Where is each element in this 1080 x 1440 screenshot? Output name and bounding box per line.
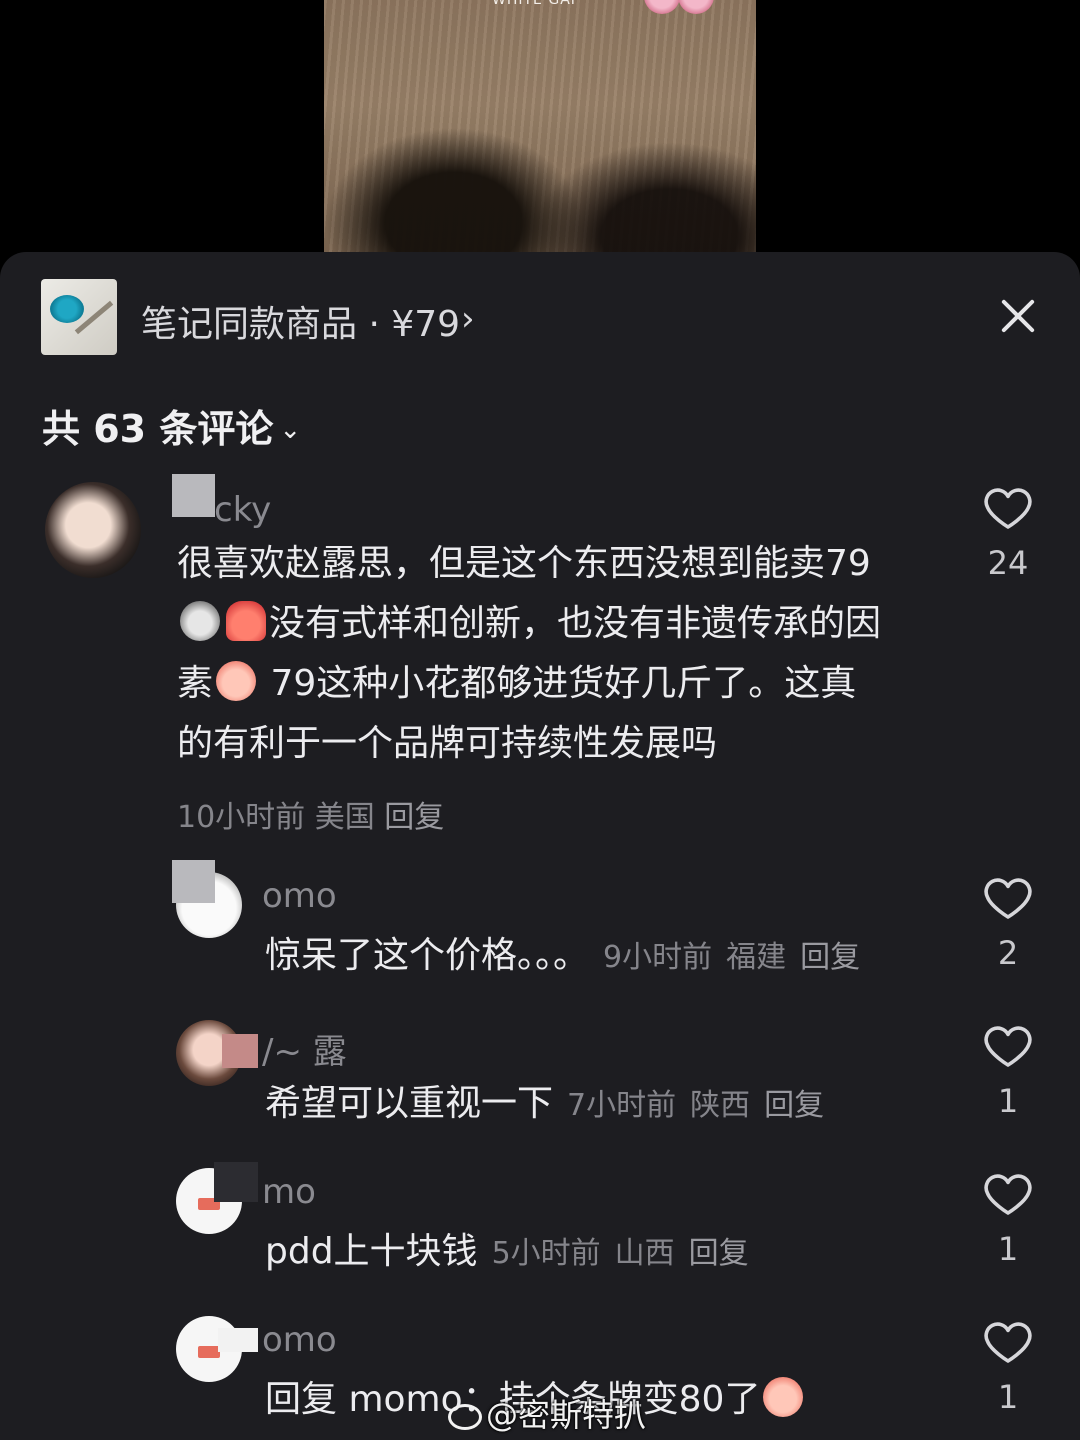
- comment-text-part: 没有式样和创新，也没有非遗传承的因: [269, 603, 882, 644]
- pray-emoji-icon: [226, 601, 266, 641]
- emoji-icon: [180, 601, 220, 641]
- watermark: @密斯特扒: [448, 1390, 646, 1436]
- like-button[interactable]: 24: [976, 486, 1040, 582]
- flower-image: [50, 295, 84, 323]
- like-count: 24: [987, 544, 1029, 582]
- username[interactable]: omo: [262, 876, 337, 916]
- flower-decoration: [644, 0, 680, 14]
- like-button[interactable]: 1: [976, 1024, 1040, 1120]
- heart-icon: [984, 878, 1032, 919]
- comment-text-part: 79这种小花都够进货好几斤了。这真: [259, 663, 857, 704]
- like-button[interactable]: 1: [976, 1320, 1040, 1416]
- comment-meta: 10小时前 美国 回复: [177, 792, 444, 836]
- username[interactable]: /~ 露: [262, 1024, 347, 1073]
- close-icon[interactable]: [995, 293, 1041, 339]
- comment-text[interactable]: 很喜欢赵露思，但是这个东西没想到能卖79 没有式样和创新，也没有非遗传承的因 素…: [177, 534, 957, 774]
- comment-text-part: 很喜欢赵露思，但是这个东西没想到能卖79: [177, 543, 871, 584]
- thumbnail-text: WHITE GAP: [492, 0, 581, 8]
- reply-text-content: pdd上十块钱: [265, 1231, 478, 1272]
- like-count: 2: [997, 934, 1019, 972]
- crying-emoji-icon: [216, 661, 257, 701]
- comment-count-dropdown[interactable]: 共 63 条评论 ⌄: [42, 398, 301, 453]
- reply-time: 5小时前: [491, 1236, 601, 1271]
- comment-time: 10小时前: [177, 800, 306, 835]
- reply-time: 9小时前: [603, 940, 713, 975]
- privacy-mask: [222, 1034, 258, 1068]
- flower-decoration: [678, 0, 714, 14]
- heart-icon: [984, 1174, 1032, 1215]
- reply-text[interactable]: 惊呆了这个价格。。。 9小时前 福建 回复: [265, 926, 955, 988]
- comment-text-part: 的有利于一个品牌可持续性发展吗: [177, 723, 718, 764]
- like-count: 1: [997, 1378, 1019, 1416]
- screen: WHITE GAP 笔记同款商品 · ¥79 › 共 63 条评论 ⌄ cky 很…: [0, 0, 1080, 1440]
- reply-button[interactable]: 回复: [764, 1088, 824, 1123]
- reply-text-content: 希望可以重视一下: [265, 1083, 554, 1124]
- like-button[interactable]: 2: [976, 876, 1040, 972]
- product-thumbnail[interactable]: [41, 279, 117, 355]
- reply-time: 7小时前: [567, 1088, 677, 1123]
- reply-location: 陕西: [690, 1088, 751, 1123]
- like-count: 1: [997, 1082, 1019, 1120]
- reply-location: 山西: [614, 1236, 675, 1271]
- reply-text[interactable]: 希望可以重视一下 7小时前 陕西 回复: [265, 1074, 955, 1136]
- comment-text-part: 素: [177, 663, 214, 704]
- reply-text-content: 惊呆了这个价格。。。: [265, 935, 590, 976]
- reply-button[interactable]: 回复: [384, 800, 444, 835]
- avatar[interactable]: [45, 482, 141, 578]
- reply-text[interactable]: pdd上十块钱 5小时前 山西 回复: [265, 1222, 955, 1284]
- heart-icon: [984, 1322, 1032, 1363]
- product-title[interactable]: 笔记同款商品 · ¥79: [141, 295, 460, 347]
- reply-button[interactable]: 回复: [689, 1236, 749, 1271]
- comment-sheet: 笔记同款商品 · ¥79 › 共 63 条评论 ⌄ cky 很喜欢赵露思，但是这个…: [0, 252, 1080, 1440]
- crying-emoji-icon: [763, 1377, 804, 1417]
- username[interactable]: mo: [262, 1172, 316, 1212]
- chevron-right-icon[interactable]: ›: [461, 299, 475, 339]
- privacy-mask: [218, 1328, 258, 1352]
- username[interactable]: cky: [214, 490, 271, 530]
- heart-icon: [984, 1026, 1032, 1067]
- video-thumbnail[interactable]: WHITE GAP: [324, 0, 756, 262]
- comment-count-label: 共 63 条评论: [42, 407, 274, 451]
- like-button[interactable]: 1: [976, 1172, 1040, 1268]
- like-count: 1: [997, 1230, 1019, 1268]
- privacy-mask: [214, 1162, 258, 1202]
- comment-location: 美国: [314, 800, 375, 835]
- weibo-logo-icon: [448, 1404, 482, 1430]
- privacy-mask: [172, 474, 215, 517]
- watermark-text: @密斯特扒: [486, 1396, 647, 1434]
- heart-icon: [984, 488, 1032, 529]
- chevron-down-icon: ⌄: [279, 415, 302, 445]
- product-bar[interactable]: 笔记同款商品 · ¥79 ›: [41, 279, 1041, 359]
- username[interactable]: omo: [262, 1320, 337, 1360]
- privacy-mask: [172, 860, 215, 903]
- reply-location: 福建: [726, 940, 787, 975]
- reply-button[interactable]: 回复: [800, 940, 860, 975]
